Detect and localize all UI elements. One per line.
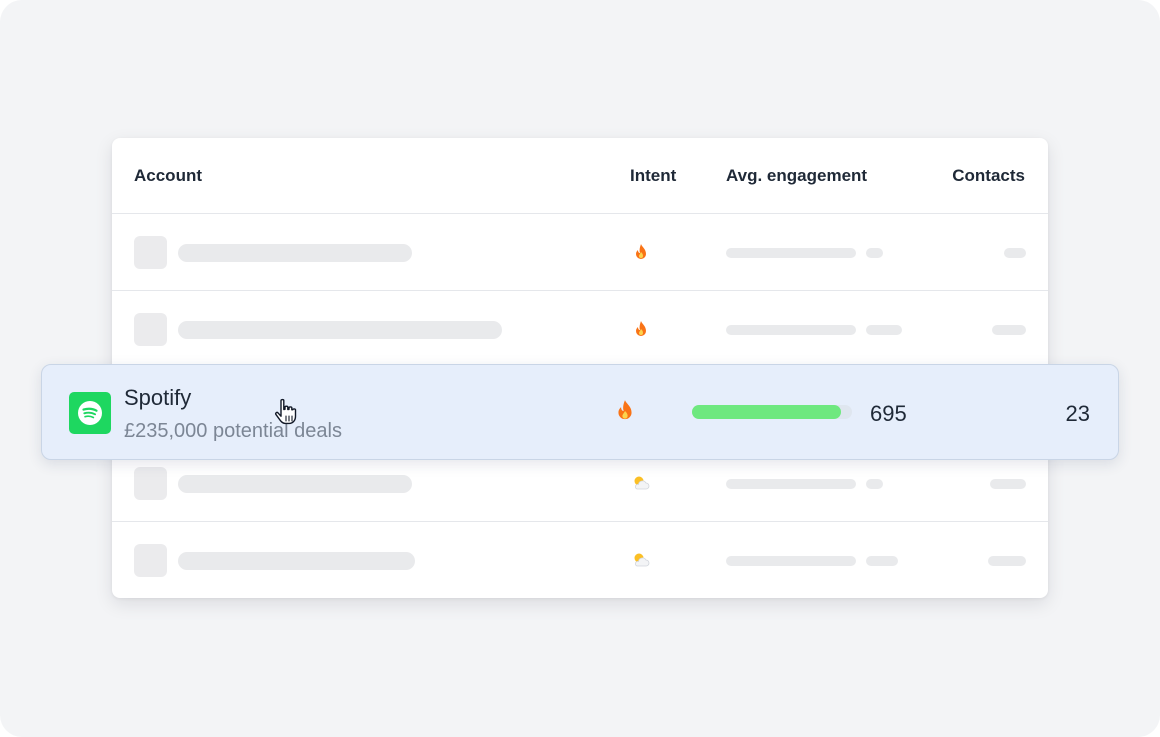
- background-canvas: Account Intent Avg. engagement Contacts: [0, 0, 1160, 737]
- engagement-value-placeholder: [866, 325, 902, 335]
- fire-icon: [631, 242, 651, 262]
- logo-placeholder: [134, 313, 167, 346]
- contacts-count[interactable]: 23: [1066, 401, 1090, 427]
- account-name[interactable]: Spotify: [124, 385, 191, 411]
- spotify-logo-icon: [69, 392, 111, 434]
- engagement-value-placeholder: [866, 248, 883, 258]
- engagement-placeholder: [726, 325, 856, 335]
- contacts-placeholder: [992, 325, 1026, 335]
- hand-pointer-icon: [273, 397, 301, 432]
- name-placeholder: [178, 475, 412, 493]
- engagement-bar-fill: [692, 405, 841, 419]
- table-row[interactable]: [112, 522, 1048, 598]
- sun-behind-cloud-icon: [631, 550, 651, 570]
- engagement-placeholder: [726, 556, 856, 566]
- header-contacts[interactable]: Contacts: [952, 166, 1025, 186]
- header-intent[interactable]: Intent: [630, 166, 676, 186]
- name-placeholder: [178, 552, 415, 570]
- contacts-placeholder: [990, 479, 1026, 489]
- table-header: Account Intent Avg. engagement Contacts: [112, 138, 1048, 214]
- name-placeholder: [178, 321, 502, 339]
- engagement-bar: [692, 405, 852, 419]
- name-placeholder: [178, 244, 412, 262]
- logo-placeholder: [134, 467, 167, 500]
- contacts-placeholder: [1004, 248, 1026, 258]
- engagement-value-placeholder: [866, 479, 883, 489]
- potential-deals: £235,000 potential deals: [124, 420, 342, 442]
- logo-placeholder: [134, 544, 167, 577]
- table-row[interactable]: [112, 214, 1048, 291]
- fire-icon: [614, 399, 636, 428]
- engagement-value: 695: [870, 401, 907, 426]
- contacts-placeholder: [988, 556, 1026, 566]
- engagement-placeholder: [726, 248, 856, 258]
- sun-behind-cloud-icon: [631, 473, 651, 493]
- table-row[interactable]: [112, 291, 1048, 368]
- logo-placeholder: [134, 236, 167, 269]
- engagement-value-placeholder: [866, 556, 898, 566]
- fire-icon: [631, 319, 651, 339]
- header-account[interactable]: Account: [134, 166, 202, 186]
- engagement-placeholder: [726, 479, 856, 489]
- header-avg-engagement[interactable]: Avg. engagement: [726, 166, 867, 186]
- highlighted-account-row[interactable]: Spotify £235,000 potential deals 695 23: [41, 364, 1119, 460]
